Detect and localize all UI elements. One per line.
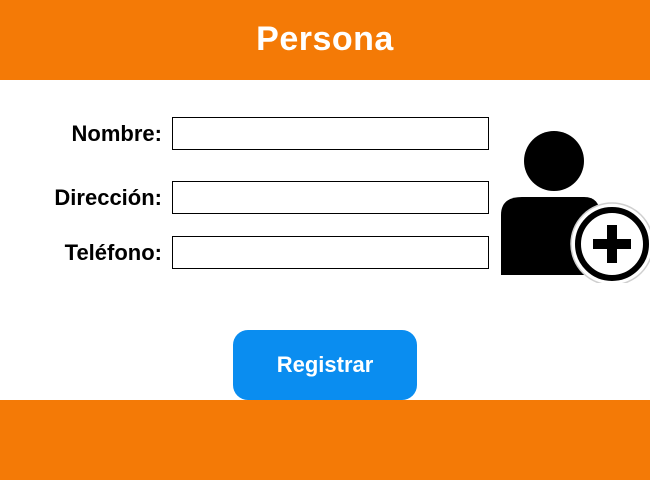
nombre-input[interactable] [172,117,489,150]
form-row-nombre: Nombre: [0,117,490,151]
telefono-label: Teléfono: [64,240,162,265]
form-row-telefono: Teléfono: [0,236,490,270]
direccion-input[interactable] [172,181,489,214]
register-button[interactable]: Registrar [233,330,417,400]
header-bar: Persona [0,0,650,80]
direccion-label: Dirección: [54,185,162,210]
page-title: Persona [256,19,394,58]
footer-bar [0,400,650,480]
telefono-input[interactable] [172,236,489,269]
person-form-page: Persona Nombre: Dirección: Teléfono: Reg… [0,0,650,480]
nombre-label: Nombre: [71,121,162,146]
form-row-direccion: Dirección: [0,181,490,215]
add-user-icon [498,128,650,286]
